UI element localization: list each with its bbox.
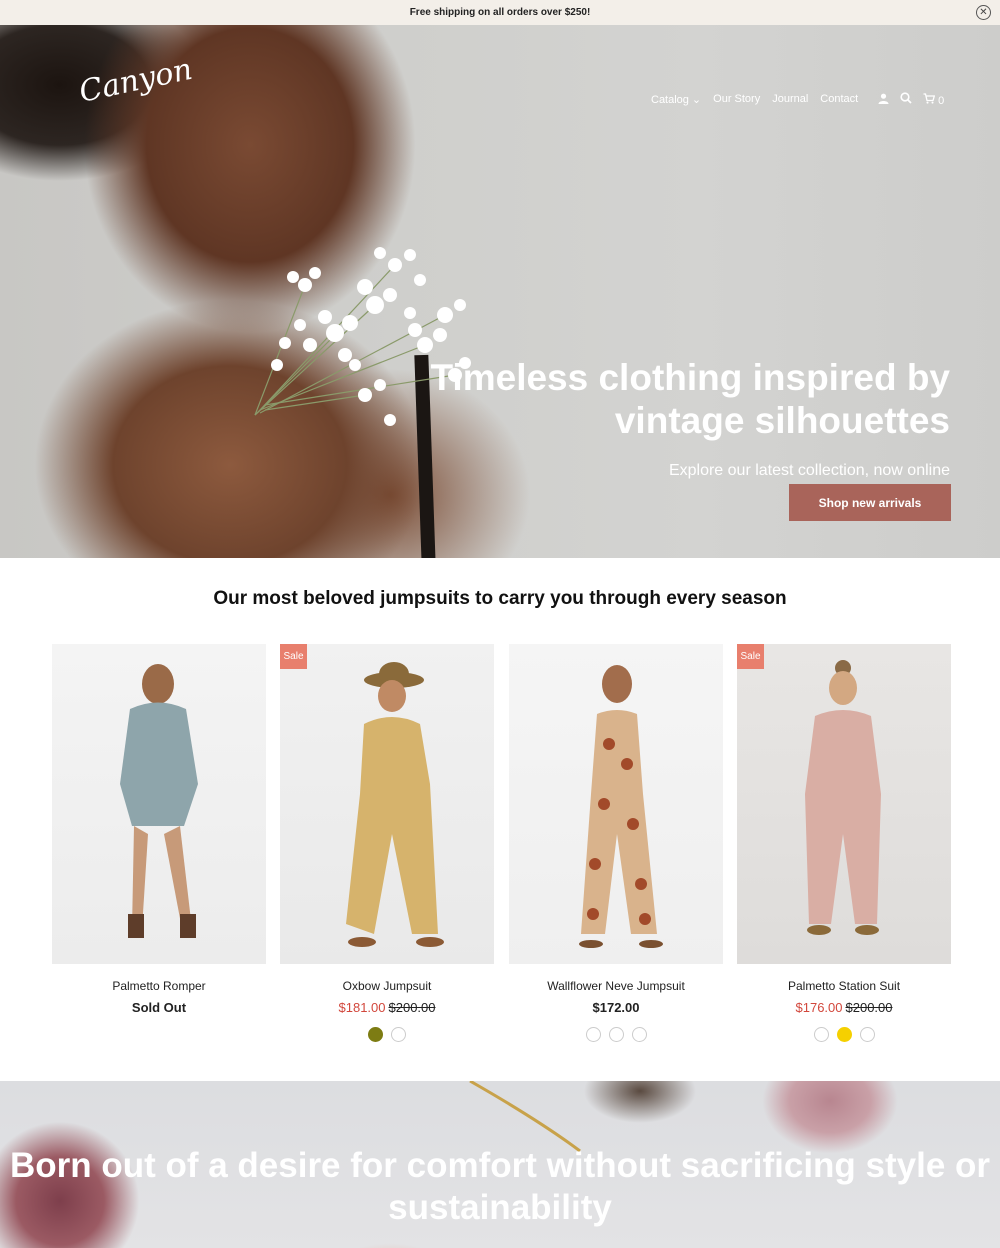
swatch-yellow[interactable] <box>836 1027 852 1042</box>
product-price: Sold Out <box>131 1000 187 1015</box>
swatch-option[interactable] <box>608 1027 624 1042</box>
canyon-logo[interactable]: Canyon <box>76 52 195 130</box>
announcement-text: Free shipping on all orders over $250! <box>409 7 591 18</box>
product-image[interactable]: Sale <box>280 644 494 964</box>
cart-icon <box>923 92 936 104</box>
color-swatches <box>509 1027 723 1042</box>
sale-badge: Sale <box>280 644 307 669</box>
nav-item-our-story[interactable]: Our Story <box>713 93 760 106</box>
original-price: $200.00 <box>845 1000 893 1015</box>
product-price: $176.00 $200.00 <box>737 1000 951 1015</box>
product-card[interactable]: Wallflower Neve Jumpsuit $172.00 <box>509 644 723 1042</box>
model-figure-image <box>579 665 663 948</box>
announcement-bar: Free shipping on all orders over $250! ✕ <box>0 0 1000 25</box>
cart-count: 0 <box>938 94 945 107</box>
product-image[interactable] <box>52 644 266 964</box>
product-name[interactable]: Palmetto Romper <box>52 979 266 993</box>
product-name[interactable]: Oxbow Jumpsuit <box>280 979 494 993</box>
swatch-option[interactable] <box>585 1027 601 1042</box>
product-name[interactable]: Wallflower Neve Jumpsuit <box>509 979 723 993</box>
swatch-olive[interactable] <box>368 1027 383 1042</box>
product-price: $181.00 $200.00 <box>280 1000 494 1015</box>
product-card[interactable]: Palmetto Romper Sold Out <box>52 644 266 1015</box>
model-figure-image <box>346 662 444 947</box>
search-icon[interactable] <box>900 92 912 107</box>
model-figure-image <box>805 660 881 935</box>
sale-price: $181.00 <box>338 1000 386 1015</box>
product-name[interactable]: Palmetto Station Suit <box>737 979 951 993</box>
banner-title: Born out of a desire for comfort without… <box>9 1146 991 1227</box>
header-icons: 0 <box>878 92 944 107</box>
collection-title: Our most beloved jumpsuits to carry you … <box>213 588 787 609</box>
shop-new-arrivals-button[interactable]: Shop new arrivals <box>789 484 951 521</box>
swatch-option[interactable] <box>631 1027 647 1042</box>
sale-badge: Sale <box>737 644 764 669</box>
close-icon[interactable]: ✕ <box>976 5 991 20</box>
product-card[interactable]: Sale Palmetto Station Suit $176.00 $200.0… <box>737 644 951 1042</box>
original-price: $200.00 <box>388 1000 436 1015</box>
product-price: $172.00 <box>592 1000 640 1015</box>
product-card[interactable]: Sale Oxbow Jumpsuit $181.00 $200.00 <box>280 644 494 1042</box>
hero-title: Timeless clothing inspired by vintage si… <box>430 357 951 441</box>
color-swatches <box>737 1027 951 1042</box>
color-swatches <box>280 1027 494 1042</box>
nav-item-catalog[interactable]: Catalog ⌄ <box>651 93 701 106</box>
sale-price: $176.00 <box>795 1000 843 1015</box>
swatch-option[interactable] <box>813 1027 829 1042</box>
nav-item-journal[interactable]: Journal <box>772 93 808 106</box>
nav-item-contact[interactable]: Contact <box>820 93 858 106</box>
account-icon[interactable] <box>878 93 889 107</box>
main-nav: Catalog ⌄ Our Story Journal Contact <box>651 93 858 106</box>
hero-banner: Canyon Catalog ⌄ Our Story Journal Contac… <box>0 25 1000 558</box>
nav-item-label: Catalog <box>651 94 689 106</box>
model-figure-image <box>120 664 198 938</box>
swatch-option[interactable] <box>859 1027 875 1042</box>
swatch-white[interactable] <box>391 1027 406 1042</box>
hero-subtitle: Explore our latest collection, now onlin… <box>668 462 950 479</box>
product-image[interactable] <box>509 644 723 964</box>
product-image[interactable]: Sale <box>737 644 951 964</box>
chevron-down-icon: ⌄ <box>691 94 702 106</box>
cart-button[interactable]: 0 <box>923 92 945 107</box>
